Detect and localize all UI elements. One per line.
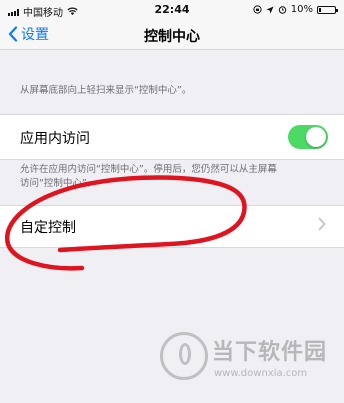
app-access-footer: 允许在应用内访问“控制中心”。停用后，您仍然可以从主屏幕 访问“控制中心”。 <box>20 163 324 191</box>
app-access-row: 应用内访问 <box>0 114 344 160</box>
control-center-description: 从屏幕底部向上轻扫来显示“控制中心”。 <box>20 85 192 96</box>
app-access-footer-line2: 访问“控制中心”。 <box>20 178 97 189</box>
battery-icon <box>317 5 338 14</box>
status-bar: 中国移动 22:44 10% <box>0 0 344 20</box>
toggle-knob <box>306 127 326 147</box>
page-title: 控制中心 <box>144 29 200 45</box>
app-access-toggle[interactable] <box>288 125 328 149</box>
app-access-label: 应用内访问 <box>20 131 90 147</box>
battery-percent: 10% <box>290 4 313 15</box>
location-icon <box>266 6 274 13</box>
watermark-name: 当下软件园 <box>212 340 328 365</box>
nav-bar: 设置 控制中心 <box>0 20 344 50</box>
customize-controls-row[interactable]: 自定控制 <box>0 205 344 248</box>
chevron-right-icon <box>318 217 326 235</box>
watermark: 当下软件园 www.downxia.com <box>160 332 340 387</box>
orientation-lock-icon <box>253 5 262 14</box>
customize-controls-label: 自定控制 <box>20 220 76 236</box>
alarm-icon <box>278 6 286 14</box>
watermark-logo-icon <box>160 332 208 380</box>
app-access-footer-line1: 允许在应用内访问“控制中心”。停用后，您仍然可以从主屏幕 <box>20 164 277 175</box>
watermark-url: www.downxia.com <box>214 368 308 379</box>
status-right: 10% <box>253 4 338 15</box>
